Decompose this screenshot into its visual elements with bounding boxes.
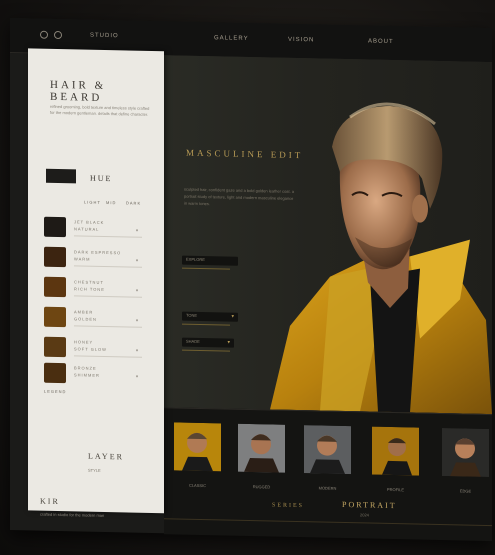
swatch-label: HONEY <box>74 339 94 345</box>
menu-icon[interactable] <box>40 30 48 39</box>
swatch-dark-espresso[interactable] <box>44 246 66 268</box>
swatch-sublabel: SHIMMER <box>74 372 100 378</box>
footer-brand: KIR <box>40 496 60 507</box>
swatch-label: BRONZE <box>74 365 97 371</box>
swatch-sublabel: NATURAL <box>74 226 100 232</box>
swatch-preview-button[interactable] <box>46 168 76 184</box>
swatch-sublabel: GOLDEN <box>74 316 97 322</box>
swatch-chestnut[interactable] <box>44 276 66 298</box>
portrait-label[interactable]: PORTRAIT <box>342 500 397 510</box>
chevron-down-icon[interactable]: ▾ <box>136 288 138 293</box>
nav-link-vision[interactable]: VISION <box>288 37 314 44</box>
chevron-down-icon[interactable]: ▾ <box>136 318 138 323</box>
thumbnail-caption: EDGE <box>459 488 472 494</box>
year-label: 2024 <box>360 512 369 518</box>
nav-link-gallery[interactable]: GALLERY <box>214 35 249 42</box>
section-label: LEGEND <box>44 388 67 395</box>
divider <box>182 349 230 352</box>
thumbnail-strip: CLASSIC RUGGED MODERN PROFILE EDGE SERIE… <box>164 407 492 542</box>
thumbnail-caption: MODERN <box>318 485 337 491</box>
thumbnail-rugged[interactable] <box>238 423 285 473</box>
nav-link-studio[interactable]: STUDIO <box>90 33 119 40</box>
tab-mid[interactable]: MID <box>106 200 116 205</box>
color-panel: HAIR & BEARD refined grooming, bold text… <box>28 48 164 518</box>
chevron-down-icon[interactable]: ▾ <box>136 348 138 353</box>
swatch-label: CHESTNUT <box>74 279 104 285</box>
chevron-down-icon: ▾ <box>231 314 234 320</box>
swatch-honey[interactable] <box>44 336 66 358</box>
divider <box>164 518 492 527</box>
divider <box>74 355 142 358</box>
divider <box>74 325 142 328</box>
thumbnail-caption: RUGGED <box>252 484 271 490</box>
divider <box>74 235 142 238</box>
hero-section: MASCULINE EDIT sculpted hair, confident … <box>164 55 492 415</box>
swatch-jet-black[interactable] <box>44 216 66 238</box>
thumbnail-classic[interactable] <box>174 422 221 472</box>
panel-description: refined grooming, bold texture and timel… <box>50 103 150 117</box>
pill-label: SHADE <box>186 338 200 344</box>
chevron-down-icon[interactable]: ▾ <box>136 228 138 233</box>
panel-subheading: HUE <box>90 173 113 184</box>
app-screen: STUDIO GALLERY VISION ABOUT MASCULINE ED… <box>10 18 492 542</box>
series-label[interactable]: SERIES <box>272 502 304 509</box>
footer-subtitle: STYLE <box>88 467 101 473</box>
tab-light[interactable]: LIGHT <box>84 200 101 205</box>
swatch-label: AMBER <box>74 309 94 315</box>
footer-title: LAYER <box>88 451 124 462</box>
chevron-down-icon: ▾ <box>227 340 230 346</box>
nav-link-about[interactable]: ABOUT <box>368 38 394 45</box>
chevron-down-icon[interactable]: ▾ <box>136 258 138 263</box>
thumbnail-profile[interactable] <box>372 426 419 476</box>
divider <box>74 295 142 298</box>
pill-label: TONE <box>186 312 198 318</box>
thumbnail-caption: PROFILE <box>386 486 405 493</box>
explore-button[interactable]: EXPLORE <box>182 255 238 266</box>
pill-label: EXPLORE <box>186 256 205 263</box>
tab-dark[interactable]: DARK <box>126 200 141 205</box>
panel-title: HAIR & BEARD <box>50 78 107 104</box>
shade-selector[interactable]: SHADE ▾ <box>182 337 234 348</box>
divider <box>182 267 230 270</box>
search-icon[interactable] <box>54 30 62 40</box>
thumbnail-caption: CLASSIC <box>188 482 207 489</box>
swatch-sublabel: SOFT GLOW <box>74 346 107 353</box>
swatch-bronze[interactable] <box>44 362 66 384</box>
chevron-down-icon[interactable]: ▾ <box>136 374 138 379</box>
swatch-amber[interactable] <box>44 306 66 328</box>
footer-copy: crafted in studio for the modern man <box>40 511 105 518</box>
tone-selector[interactable]: TONE ▾ <box>182 311 238 322</box>
swatch-sublabel: WARM <box>74 256 91 262</box>
swatch-label: JET BLACK <box>74 219 105 225</box>
swatch-label: DARK ESPRESSO <box>74 249 122 256</box>
swatch-sublabel: RICH TONE <box>74 286 105 292</box>
thumbnail-edge[interactable] <box>442 428 489 478</box>
divider <box>182 323 230 326</box>
thumbnail-modern[interactable] <box>304 425 351 475</box>
divider <box>74 265 142 268</box>
hero-portrait-image <box>270 102 492 415</box>
